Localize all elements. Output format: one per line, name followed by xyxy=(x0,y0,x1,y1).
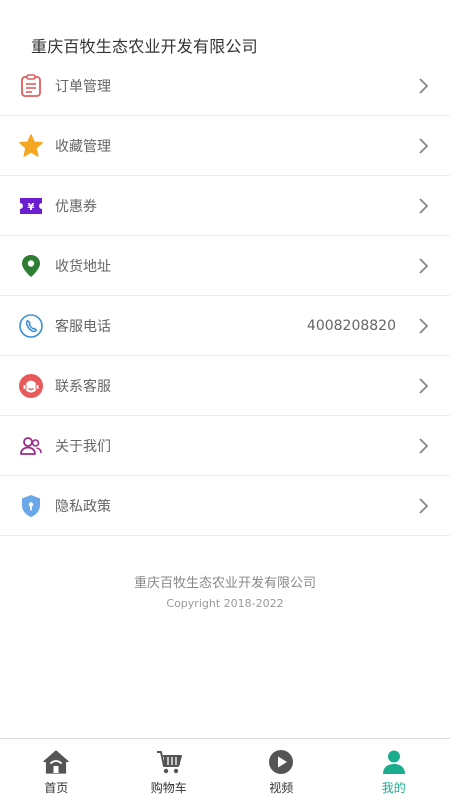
footer-company: 重庆百牧生态农业开发有限公司 xyxy=(133,576,316,591)
menu-item-label: 收货地址 xyxy=(55,258,111,275)
menu-item-privacy-policy[interactable]: 隐私政策 xyxy=(0,476,450,536)
person-icon xyxy=(380,748,408,776)
cart-icon xyxy=(155,748,183,776)
chevron-right-icon xyxy=(418,497,430,515)
users-icon xyxy=(18,433,44,459)
tab-video[interactable]: 视频 xyxy=(225,739,338,800)
svg-text:¥: ¥ xyxy=(28,202,35,213)
customer-service-icon xyxy=(18,373,44,399)
bottom-tab-bar: 首页 购物车 视频 我的 xyxy=(0,738,450,800)
menu-item-coupons[interactable]: ¥ 优惠券 xyxy=(0,176,450,236)
tab-label: 我的 xyxy=(381,781,406,795)
menu-item-label: 收藏管理 xyxy=(55,138,111,155)
page-title: 重庆百牧生态农业开发有限公司 xyxy=(31,37,258,56)
menu-item-favorites[interactable]: 收藏管理 xyxy=(0,116,450,176)
menu-list: 订单管理 收藏管理 ¥ 优惠券 收货地址 客服电话 4008208820 联系客… xyxy=(0,56,450,536)
tab-label: 视频 xyxy=(269,781,294,795)
chevron-right-icon xyxy=(418,137,430,155)
chevron-right-icon xyxy=(418,257,430,275)
star-icon xyxy=(18,133,44,159)
hotline-number: 4008208820 xyxy=(306,317,396,334)
menu-item-contact-service[interactable]: 联系客服 xyxy=(0,356,450,416)
menu-item-label: 关于我们 xyxy=(55,438,111,455)
tab-label: 首页 xyxy=(44,781,69,795)
menu-item-label: 隐私政策 xyxy=(55,498,111,515)
chevron-right-icon xyxy=(418,377,430,395)
menu-item-orders[interactable]: 订单管理 xyxy=(0,56,450,116)
footer: 重庆百牧生态农业开发有限公司 Copyright 2018-2022 xyxy=(0,572,450,610)
menu-item-label: 联系客服 xyxy=(55,378,111,395)
tab-home[interactable]: 首页 xyxy=(0,739,113,800)
chevron-right-icon xyxy=(418,317,430,335)
menu-item-label: 客服电话 xyxy=(55,318,111,335)
order-list-icon xyxy=(18,73,44,99)
menu-item-label: 优惠券 xyxy=(55,198,97,215)
chevron-right-icon xyxy=(418,77,430,95)
chevron-right-icon xyxy=(418,197,430,215)
tab-label: 购物车 xyxy=(150,781,187,795)
coupon-icon: ¥ xyxy=(18,193,44,219)
tab-mine[interactable]: 我的 xyxy=(338,739,450,800)
menu-item-address[interactable]: 收货地址 xyxy=(0,236,450,296)
menu-item-label: 订单管理 xyxy=(55,78,111,95)
chevron-right-icon xyxy=(418,437,430,455)
play-icon xyxy=(267,748,295,776)
phone-icon xyxy=(18,313,44,339)
home-icon xyxy=(42,748,70,776)
footer-copyright: Copyright 2018-2022 xyxy=(166,597,284,610)
menu-item-about-us[interactable]: 关于我们 xyxy=(0,416,450,476)
menu-item-hotline[interactable]: 客服电话 4008208820 xyxy=(0,296,450,356)
shield-icon xyxy=(18,493,44,519)
location-pin-icon xyxy=(18,253,44,279)
tab-cart[interactable]: 购物车 xyxy=(113,739,226,800)
